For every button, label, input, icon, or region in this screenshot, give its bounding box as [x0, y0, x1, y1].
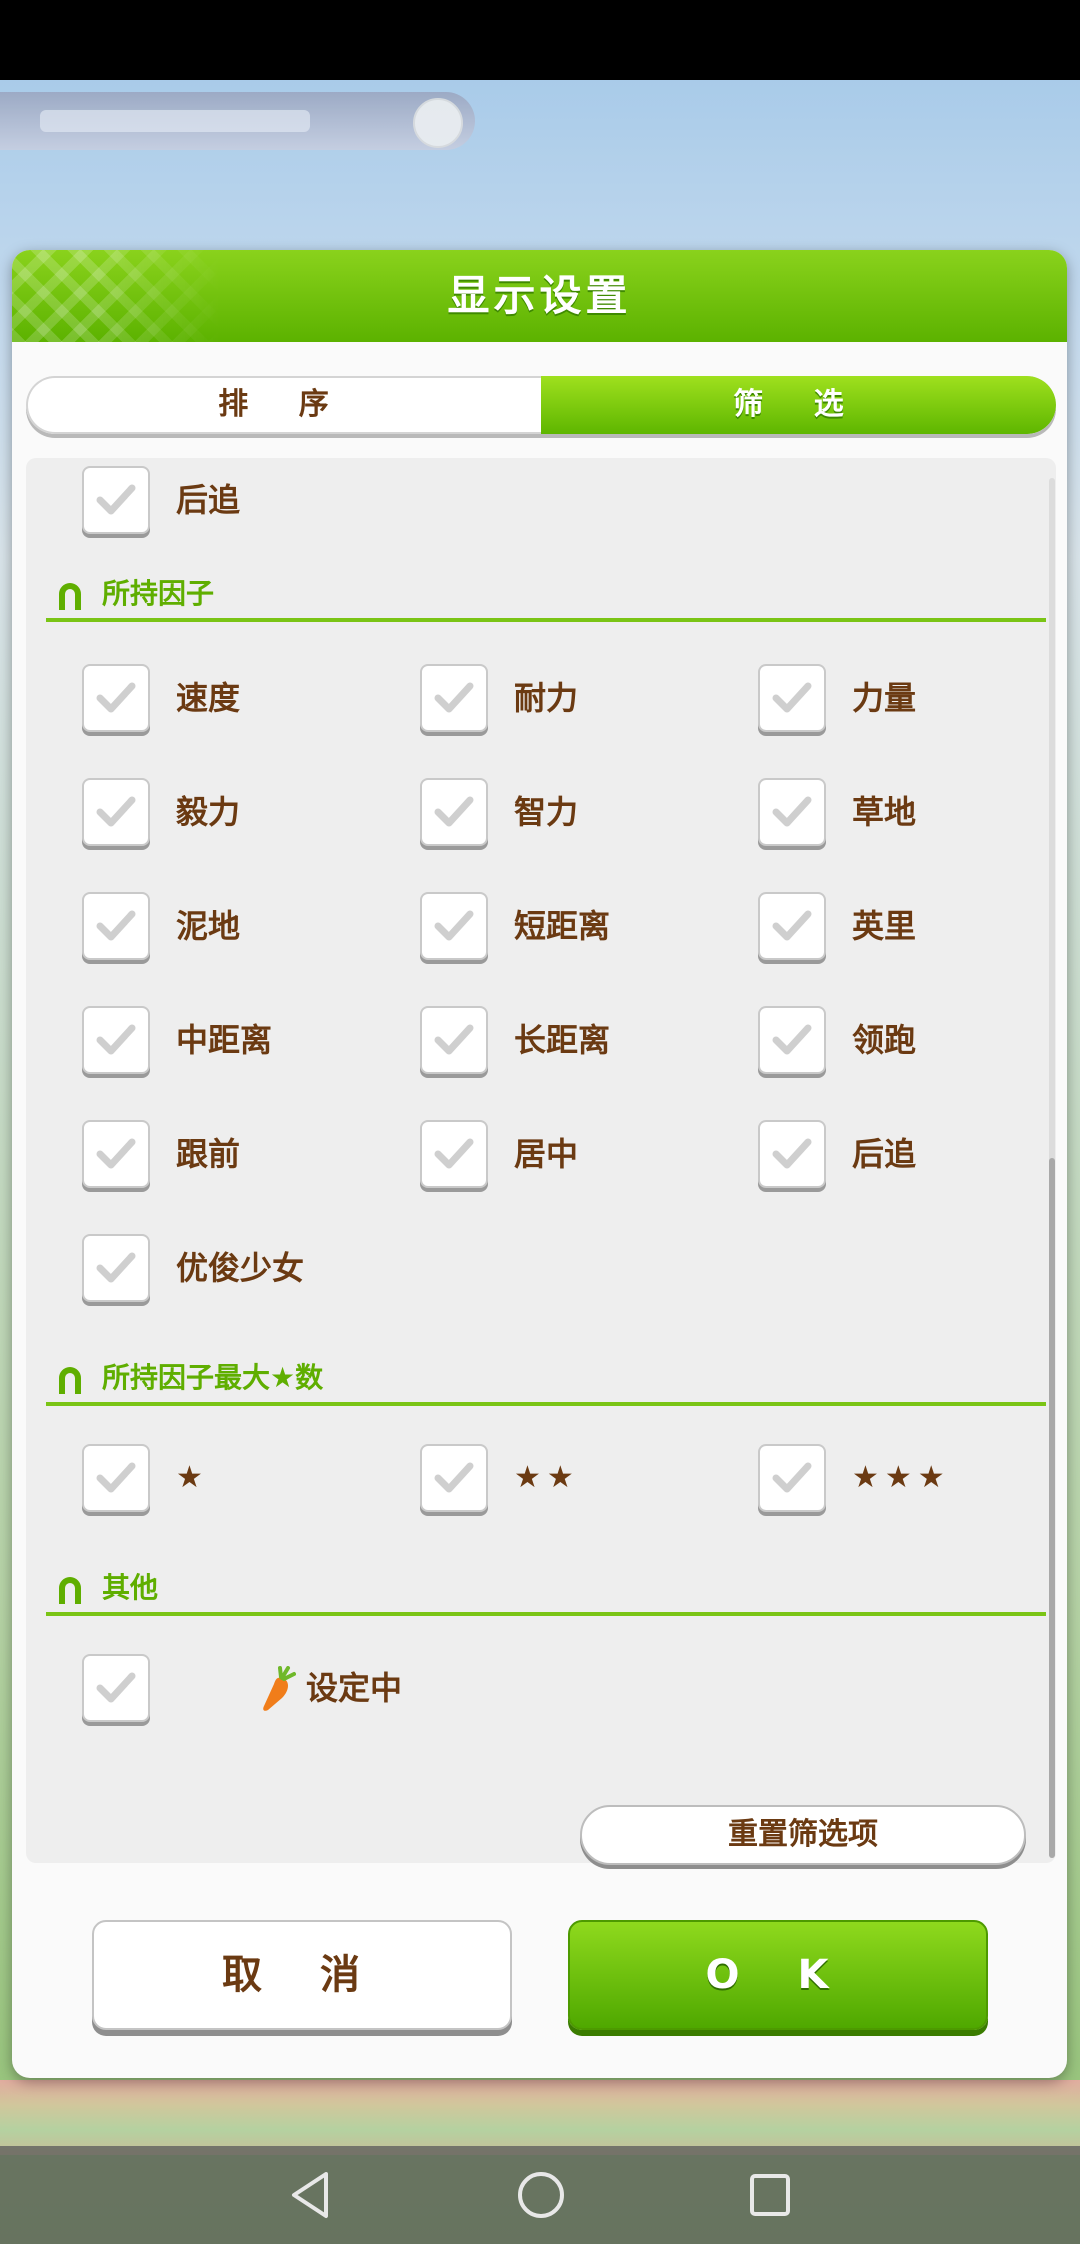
tab-filter[interactable]: 筛 选 [541, 376, 1056, 434]
back-icon[interactable] [288, 2170, 332, 2220]
banner-text-blur [40, 110, 310, 132]
checkbox-label: 优俊少女 [176, 1249, 305, 1287]
checkbox-label: ★★★ [852, 1460, 951, 1495]
home-icon[interactable] [516, 2170, 566, 2220]
checkbox[interactable] [758, 892, 826, 960]
section-title: 所持因子 [102, 577, 215, 610]
checkbox-label: 领跑 [852, 1021, 917, 1059]
checkbox-label: 速度 [176, 679, 241, 717]
checkbox[interactable] [758, 1006, 826, 1074]
checkbox-label: 毅力 [176, 793, 241, 831]
checkbox-label: ★★ [514, 1460, 580, 1495]
checkbox-label: 力量 [852, 679, 917, 717]
checkbox[interactable] [82, 1120, 150, 1188]
check-icon [96, 1138, 136, 1169]
game-bottom-menu [0, 2080, 1080, 2155]
checkbox[interactable] [420, 1006, 488, 1074]
checkbox[interactable] [82, 664, 150, 732]
display-settings-dialog: 显示设置 排 序 筛 选 后追 所持因子 速度 耐力 力量 毅力 智力 草地 泥… [12, 250, 1067, 2078]
check-icon [772, 682, 812, 713]
check-icon [434, 1024, 474, 1055]
check-icon [96, 1462, 136, 1493]
checkbox-label: 英里 [852, 907, 917, 945]
section-title: 其他 [102, 1571, 159, 1604]
tab-bar: 排 序 筛 选 [26, 376, 1056, 434]
check-icon [434, 796, 474, 827]
cancel-button[interactable]: 取 消 [92, 1920, 512, 2030]
horseshoe-icon [59, 1367, 81, 1394]
check-icon [96, 1024, 136, 1055]
check-icon [434, 682, 474, 713]
checkbox-label: 泥地 [176, 907, 241, 945]
checkbox-label: 智力 [514, 793, 579, 831]
checkbox[interactable] [82, 892, 150, 960]
checkbox[interactable] [758, 778, 826, 846]
checkbox-label: 耐力 [514, 679, 579, 717]
check-icon [96, 682, 136, 713]
dialog-header: 显示设置 [12, 250, 1067, 342]
checkbox-label: 后追 [176, 481, 241, 519]
dialog-title: 显示设置 [447, 271, 632, 320]
tab-sort[interactable]: 排 序 [26, 376, 541, 434]
check-icon [96, 1672, 136, 1703]
checkbox[interactable] [758, 664, 826, 732]
section-header-other: 其他 [46, 1568, 1046, 1616]
android-nav-bar [0, 2146, 1080, 2244]
carrot-icon [263, 1666, 296, 1711]
check-icon [772, 796, 812, 827]
status-bar [0, 0, 1080, 80]
check-icon [772, 1024, 812, 1055]
checkbox-label: 跟前 [176, 1135, 241, 1173]
filter-panel[interactable]: 后追 所持因子 速度 耐力 力量 毅力 智力 草地 泥地 短距离 英里 中距离 … [26, 458, 1056, 1863]
checkbox[interactable] [420, 1444, 488, 1512]
section-header-factors: 所持因子 [46, 574, 1046, 622]
ok-button[interactable]: O K [568, 1920, 988, 2030]
checkbox[interactable] [82, 466, 150, 534]
check-icon [434, 910, 474, 941]
checkbox[interactable] [420, 1120, 488, 1188]
recents-icon[interactable] [748, 2170, 792, 2220]
section-header-max-stars: 所持因子最大★数 [46, 1358, 1046, 1406]
reset-filter-button[interactable]: 重置筛选项 [580, 1805, 1026, 1865]
checkbox[interactable] [420, 778, 488, 846]
check-icon [96, 1252, 136, 1283]
horseshoe-icon [59, 1577, 81, 1604]
checkbox[interactable] [82, 1654, 150, 1722]
section-title: 所持因子最大★数 [102, 1361, 324, 1394]
checkbox-label: 设定中 [306, 1669, 403, 1707]
checkbox[interactable] [758, 1120, 826, 1188]
check-icon [772, 910, 812, 941]
checkbox[interactable] [82, 778, 150, 846]
checkbox-label: 短距离 [514, 907, 611, 945]
checkbox-item[interactable]: 设定中 [82, 1654, 482, 1726]
checkbox[interactable] [82, 1234, 150, 1302]
checkbox-label: 后追 [852, 1135, 917, 1173]
scrollbar-thumb[interactable] [1049, 1158, 1055, 1858]
check-icon [434, 1138, 474, 1169]
checkbox[interactable] [758, 1444, 826, 1512]
checkbox-label: 中距离 [176, 1021, 273, 1059]
checkbox-label: 长距离 [514, 1021, 611, 1059]
check-icon [434, 1462, 474, 1493]
checkbox-label: ★ [176, 1460, 209, 1495]
check-icon [96, 484, 136, 515]
checkbox[interactable] [420, 892, 488, 960]
game-top-banner [0, 92, 475, 150]
coin-icon [413, 98, 463, 148]
checkbox-label: 草地 [852, 793, 917, 831]
checkbox-label: 居中 [514, 1135, 579, 1173]
check-icon [96, 910, 136, 941]
check-icon [772, 1462, 812, 1493]
check-icon [96, 796, 136, 827]
horseshoe-icon [59, 583, 81, 610]
checkbox[interactable] [82, 1006, 150, 1074]
check-icon [772, 1138, 812, 1169]
checkbox[interactable] [82, 1444, 150, 1512]
checkbox[interactable] [420, 664, 488, 732]
